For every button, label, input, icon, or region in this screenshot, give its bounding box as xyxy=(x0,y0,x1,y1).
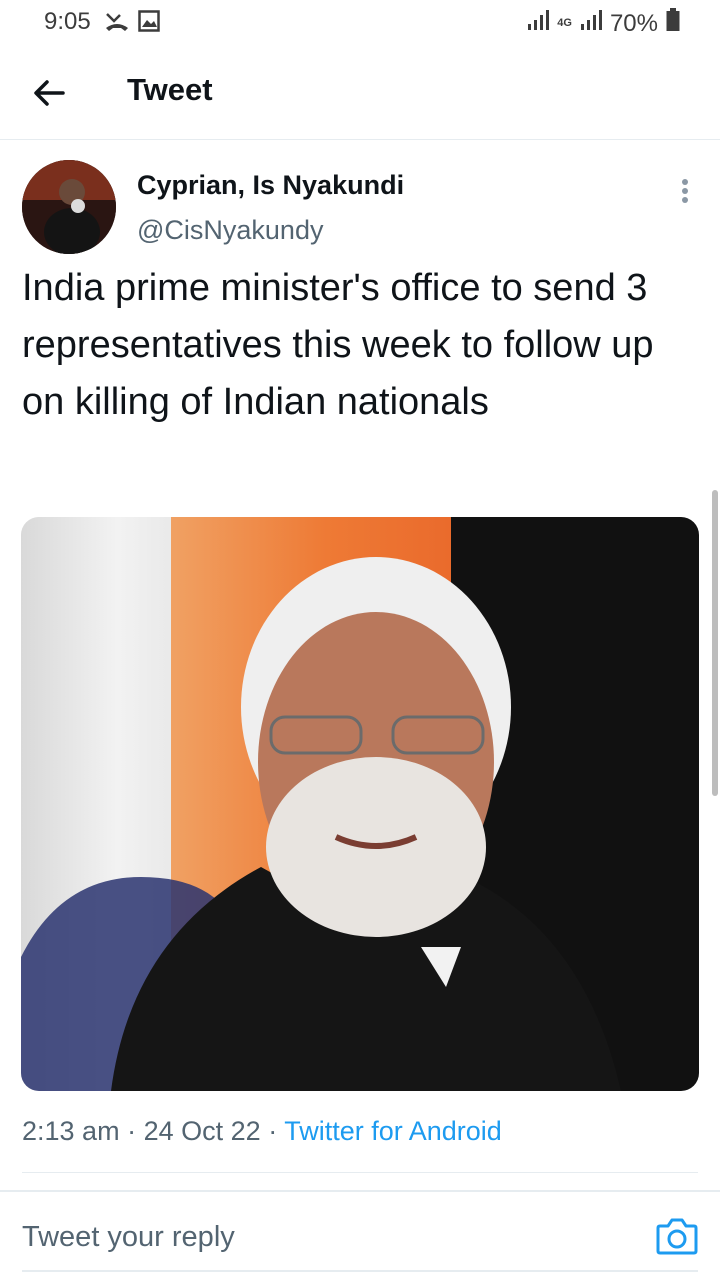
more-vertical-icon xyxy=(682,179,688,203)
reply-underline xyxy=(22,1270,698,1272)
meta-separator: · xyxy=(127,1116,137,1146)
tweet-photo[interactable] xyxy=(21,517,699,1091)
status-time: 9:05 xyxy=(44,8,91,35)
status-right-group: 4G 70% xyxy=(527,8,680,39)
network-type: 4G xyxy=(557,17,572,29)
reply-bar xyxy=(0,1192,720,1280)
back-button[interactable] xyxy=(26,70,72,116)
arrow-left-icon xyxy=(34,80,65,106)
avatar-image xyxy=(22,160,116,254)
battery-percent: 70% xyxy=(609,9,658,37)
tweet-detail-screen: 9:05 4G 70% Tweet Cyprian, Is Nyakundi @… xyxy=(0,0,720,1280)
meta-separator: · xyxy=(268,1116,278,1146)
photo-person xyxy=(21,557,621,1091)
camera-icon xyxy=(656,1218,698,1255)
camera-button[interactable] xyxy=(656,1216,698,1256)
top-app-bar: Tweet xyxy=(0,44,720,140)
tweet-source-link[interactable]: Twitter for Android xyxy=(284,1116,502,1146)
missed-call-icon xyxy=(104,10,130,39)
avatar[interactable] xyxy=(22,160,116,254)
status-bar: 9:05 4G 70% xyxy=(0,0,720,44)
author-display-name[interactable]: Cyprian, Is Nyakundi xyxy=(137,170,404,201)
signal-icon xyxy=(527,9,550,38)
more-options-button[interactable] xyxy=(668,174,702,208)
tweet-text: India prime minister's office to send 3 … xyxy=(22,267,654,423)
reply-input[interactable] xyxy=(22,1212,622,1262)
scrollbar[interactable] xyxy=(712,490,718,796)
tweet-meta: 2:13 am · 24 Oct 22 · Twitter for Androi… xyxy=(22,1116,502,1147)
tweet-date: 24 Oct 22 xyxy=(143,1116,261,1146)
signal-icon-2 xyxy=(580,9,602,38)
page-title: Tweet xyxy=(127,72,213,107)
image-icon xyxy=(138,10,160,37)
divider xyxy=(22,1172,698,1173)
battery-icon xyxy=(666,8,680,39)
tweet-time: 2:13 am xyxy=(22,1116,120,1146)
author-handle[interactable]: @CisNyakundy xyxy=(137,215,323,246)
